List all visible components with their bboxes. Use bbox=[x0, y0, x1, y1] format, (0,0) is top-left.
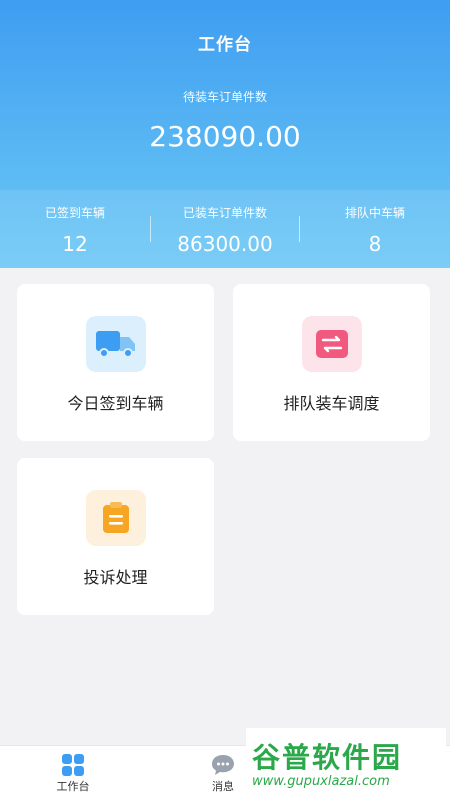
stat-signed-vehicles[interactable]: 已签到车辆 12 bbox=[0, 190, 150, 268]
stat-queued-vehicles[interactable]: 排队中车辆 8 bbox=[300, 190, 450, 268]
stat-value: 86300.00 bbox=[177, 232, 273, 256]
card-label: 投诉处理 bbox=[83, 568, 148, 587]
tab-workbench[interactable]: 工作台 bbox=[18, 746, 128, 800]
card-label: 今日签到车辆 bbox=[67, 394, 164, 413]
pending-orders-value: 238090.00 bbox=[149, 120, 301, 153]
stat-value: 8 bbox=[368, 232, 382, 256]
chat-icon bbox=[211, 754, 235, 780]
card-label: 排队装车调度 bbox=[283, 394, 380, 413]
card-today-signed-vehicles[interactable]: 今日签到车辆 bbox=[17, 284, 214, 441]
pending-orders-label: 待装车订单件数 bbox=[182, 90, 267, 104]
truck-icon bbox=[85, 316, 146, 372]
page-title: 工作台 bbox=[198, 35, 252, 55]
card-complaint-handling[interactable]: 投诉处理 bbox=[17, 458, 214, 615]
stat-label: 已装车订单件数 bbox=[182, 206, 267, 220]
stat-loaded-orders[interactable]: 已装车订单件数 86300.00 bbox=[150, 190, 300, 268]
clipboard-icon bbox=[85, 490, 146, 546]
grid-icon bbox=[61, 754, 85, 780]
stats-bar: 已签到车辆 12 已装车订单件数 86300.00 排队中车辆 8 bbox=[0, 190, 450, 268]
header: 工作台 待装车订单件数 238090.00 已签到车辆 12 已装车订单件数 8… bbox=[0, 0, 450, 268]
stat-label: 排队中车辆 bbox=[344, 206, 405, 220]
watermark-url: www.gupuxlazal.com bbox=[252, 774, 390, 789]
watermark-title: 谷普软件园 bbox=[252, 741, 403, 774]
stat-value: 12 bbox=[62, 232, 88, 256]
stat-label: 已签到车辆 bbox=[44, 206, 105, 220]
site-watermark: 谷普软件园 www.gupuxlazal.com bbox=[246, 728, 446, 800]
tab-label: 工作台 bbox=[56, 780, 90, 793]
card-queue-loading-dispatch[interactable]: 排队装车调度 bbox=[233, 284, 430, 441]
swap-icon bbox=[301, 316, 362, 372]
